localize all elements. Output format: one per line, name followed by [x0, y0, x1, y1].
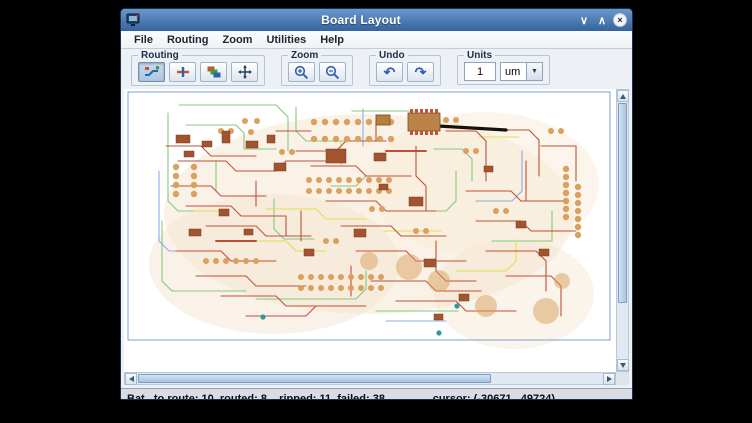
scroll-right-button[interactable] — [603, 373, 615, 385]
horizontal-scrollbar-thumb[interactable] — [138, 374, 491, 383]
units-group-title: Units — [464, 50, 495, 61]
desktop-background: Board Layout ∨ ∧ × File Routing Zoom Uti… — [0, 0, 752, 423]
units-combobox-value: um — [500, 62, 527, 81]
window-controls: ∨ ∧ × — [577, 13, 627, 27]
statusbar: Bat...to route: 10, routed: 8, ripped: 1… — [121, 388, 632, 400]
undo-group-title: Undo — [376, 50, 408, 61]
layers-button[interactable] — [200, 62, 227, 82]
board-layout-window: Board Layout ∨ ∧ × File Routing Zoom Uti… — [120, 8, 633, 400]
routing-group: Routing — [131, 50, 265, 86]
interactive-route-button[interactable] — [169, 62, 196, 82]
zoom-in-icon — [294, 65, 309, 80]
scroll-down-button[interactable] — [617, 359, 629, 371]
scroll-left-button[interactable] — [125, 373, 137, 385]
arrow-down-icon — [620, 363, 626, 371]
zoom-in-button[interactable] — [288, 62, 315, 82]
move-button[interactable] — [231, 62, 258, 82]
pcb-canvas[interactable] — [124, 89, 616, 372]
close-button[interactable]: × — [613, 13, 627, 27]
autoroute-button[interactable] — [138, 62, 165, 82]
zoom-group: Zoom — [281, 50, 353, 86]
autoroute-icon — [144, 65, 160, 79]
undo-button[interactable]: ↶ — [376, 62, 403, 82]
horizontal-scrollbar-track[interactable] — [492, 373, 603, 384]
app-icon — [126, 13, 141, 27]
canvas-zone — [121, 89, 632, 388]
arrow-up-icon — [620, 91, 626, 99]
move-icon — [238, 65, 252, 79]
redo-button[interactable]: ↷ — [407, 62, 434, 82]
redo-icon: ↷ — [415, 65, 427, 79]
titlebar[interactable]: Board Layout ∨ ∧ × — [121, 9, 632, 31]
window-title: Board Layout — [145, 13, 577, 27]
scrollbar-corner — [616, 372, 629, 385]
route-status-text: Bat...to route: 10, routed: 8, ripped: 1… — [127, 393, 385, 401]
arrow-left-icon — [126, 376, 134, 382]
menu-zoom[interactable]: Zoom — [216, 33, 260, 47]
interactive-route-icon — [175, 65, 191, 79]
vertical-scrollbar-track[interactable] — [617, 304, 628, 359]
units-group: Units um ▼ — [457, 50, 550, 85]
horizontal-scrollbar[interactable] — [124, 372, 616, 385]
menu-utilities[interactable]: Utilities — [259, 33, 313, 47]
chevron-down-icon[interactable]: ▼ — [527, 62, 543, 81]
vertical-scrollbar[interactable] — [616, 89, 629, 372]
units-value-input[interactable] — [464, 62, 496, 81]
arrow-right-icon — [607, 376, 615, 382]
layers-icon — [206, 65, 222, 79]
routing-group-title: Routing — [138, 50, 182, 61]
zoom-out-icon — [325, 65, 340, 80]
menu-help[interactable]: Help — [313, 33, 351, 47]
zoom-group-title: Zoom — [288, 50, 321, 61]
menubar: File Routing Zoom Utilities Help — [121, 31, 632, 49]
scroll-up-button[interactable] — [617, 90, 629, 102]
units-combobox[interactable]: um ▼ — [500, 62, 543, 81]
undo-group: Undo ↶ ↷ — [369, 50, 441, 86]
undo-icon: ↶ — [384, 65, 396, 79]
toolbar: Routing — [121, 49, 632, 89]
minimize-button[interactable]: ∨ — [577, 13, 591, 27]
pcb-artwork — [124, 89, 616, 372]
menu-routing[interactable]: Routing — [160, 33, 216, 47]
zoom-out-button[interactable] — [319, 62, 346, 82]
menu-file[interactable]: File — [127, 33, 160, 47]
cursor-position-text: cursor: (-30671 , 49724) — [433, 393, 555, 401]
maximize-button[interactable]: ∧ — [595, 13, 609, 27]
vertical-scrollbar-thumb[interactable] — [618, 103, 627, 303]
